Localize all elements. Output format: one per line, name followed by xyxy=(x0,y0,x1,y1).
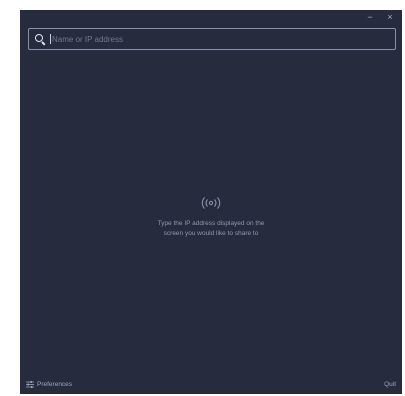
close-button[interactable]: × xyxy=(384,12,396,22)
search-input[interactable] xyxy=(50,34,395,44)
preferences-label: Preferences xyxy=(37,380,73,388)
empty-state: Type the IP address displayed on the scr… xyxy=(20,196,402,239)
preferences-button[interactable]: Preferences xyxy=(26,380,73,388)
broadcast-icon xyxy=(201,197,221,209)
title-bar: − × xyxy=(364,10,402,24)
empty-state-message: Type the IP address displayed on the scr… xyxy=(20,219,402,239)
empty-state-line-1: Type the IP address displayed on the xyxy=(157,220,265,227)
search-box[interactable] xyxy=(28,28,396,50)
empty-state-line-2: screen you would like to share to xyxy=(163,230,259,237)
quit-button[interactable]: Quit xyxy=(384,381,396,388)
search-icon xyxy=(35,33,46,45)
sliders-icon xyxy=(26,380,34,388)
minimize-button[interactable]: − xyxy=(364,12,376,22)
app-window: − × Type the IP address displayed on the… xyxy=(20,10,402,394)
footer: Preferences Quit xyxy=(26,378,396,390)
